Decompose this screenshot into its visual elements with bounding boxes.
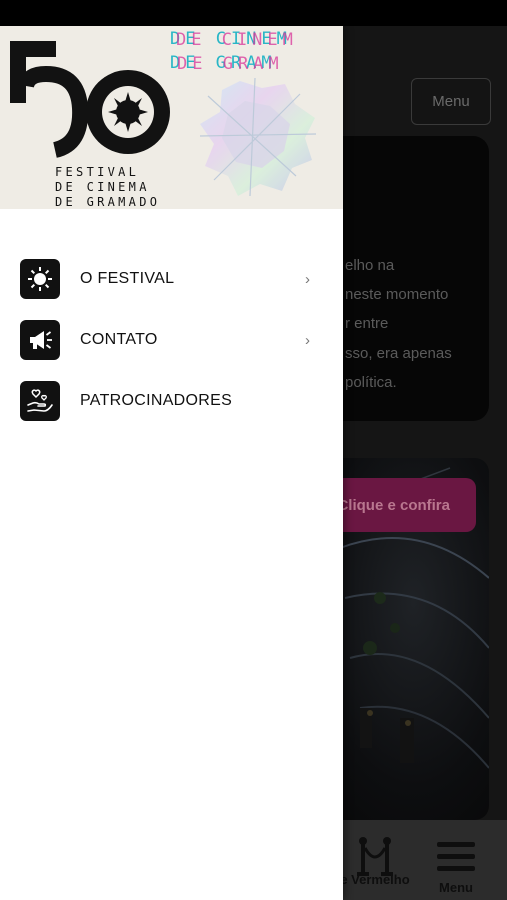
news-card-text-line: neste momento [345,286,449,303]
hamburger-icon [437,842,475,871]
logo-caption-line: DE GRAMADO [55,195,161,209]
chevron-right-icon: › [305,331,310,349]
nav-item-menu[interactable]: Menu [425,820,487,900]
top-menu-button[interactable]: Menu [411,78,491,125]
status-bar [0,0,507,26]
festival-sun-icon [20,259,60,299]
menu-item-label: CONTATO [80,331,158,348]
glitch-title-line-2-shadow: DE GRAM [177,54,284,74]
menu-item-label: O FESTIVAL [80,270,175,287]
news-card-text-line: política. [345,374,397,391]
menu-item-contato[interactable]: CONTATO › [0,315,343,365]
nav-item-red-carpet[interactable]: e Vermelho [330,820,420,900]
nav-label: Menu [439,880,473,895]
logo-caption-line: DE CINEMA [55,180,150,194]
menu-item-patrocinadores[interactable]: PATROCINADORES [0,376,343,426]
chevron-right-icon: › [305,270,310,288]
logo-caption-line: FESTIVAL [55,165,140,179]
nav-label: e Vermelho [340,872,410,887]
glitch-title-line-1-shadow: DE CINEM [176,30,298,50]
menu-item-o-festival[interactable]: O FESTIVAL › [0,254,343,304]
menu-item-label: PATROCINADORES [80,392,233,409]
drawer-header: DE CINEM DE CINEM DE GRAM DE GRAM FESTIV… [0,26,343,209]
side-drawer: DE CINEM DE CINEM DE GRAM DE GRAM FESTIV… [0,26,343,900]
news-card-text-line: sso, era apenas [345,345,452,362]
news-card-text-line: r entre [345,315,389,332]
news-card-text-line: elho na [345,257,395,274]
megaphone-icon [20,320,60,360]
hand-hearts-icon [20,381,60,421]
